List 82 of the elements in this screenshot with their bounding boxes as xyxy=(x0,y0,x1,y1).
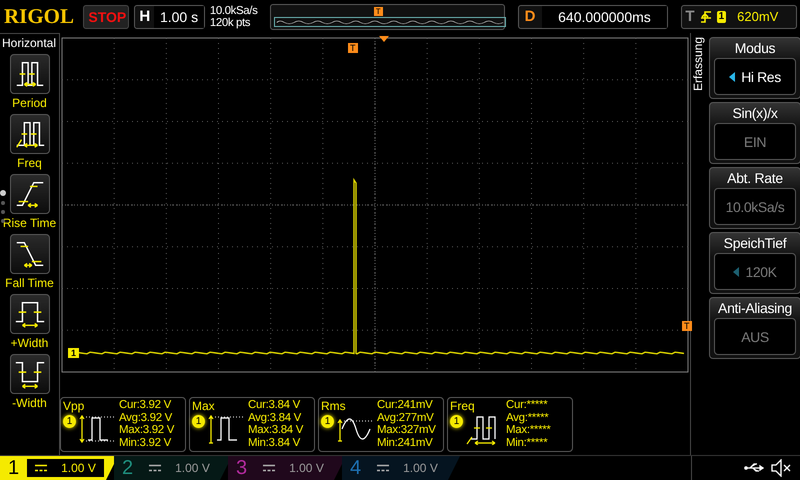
left-arrow-icon xyxy=(733,266,740,276)
timebase-display[interactable]: H 1.00 s xyxy=(134,4,205,28)
measure-button[interactable] xyxy=(10,294,50,334)
measure-label: Period xyxy=(12,96,47,110)
measurement-value: Min:241mV xyxy=(377,436,434,449)
dc-coupling-icon xyxy=(377,464,390,472)
trigger-level-marker: T xyxy=(682,321,692,331)
dc-coupling-icon xyxy=(149,464,162,472)
dc-coupling-icon xyxy=(35,464,48,472)
measurement-value: Max:327mV xyxy=(377,424,436,436)
delay-label: D xyxy=(524,8,537,25)
measure-label: Freq xyxy=(17,156,42,170)
trigger-delay-marker xyxy=(379,36,389,42)
measurement-value: Max:3.84 V xyxy=(248,424,304,436)
measure-button[interactable] xyxy=(10,234,50,274)
measurement-value: Avg:3.92 V xyxy=(119,412,174,424)
menu-item[interactable]: Anti-Aliasing AUS xyxy=(709,297,800,359)
measurement-value: Max:3.92 V xyxy=(119,424,174,436)
menu-value: Hi Res xyxy=(741,68,781,84)
menu-item-label: Sin(x)/x xyxy=(732,105,778,121)
menu-value: 10.0kSa/s xyxy=(726,198,784,214)
channel-marker: 1 xyxy=(68,348,80,358)
channel-badge: 1 xyxy=(321,415,334,428)
measurement-value: Avg:3.84 V xyxy=(248,412,302,424)
trigger-label: T xyxy=(685,8,695,25)
measurement-value: Cur:***** xyxy=(506,399,548,412)
menu-item[interactable]: SpeichTief 120K xyxy=(709,232,800,294)
trigger-position-marker: T xyxy=(348,43,358,53)
measurement-value: Min:***** xyxy=(506,436,548,449)
channel-tab[interactable]: 4 1.00 V xyxy=(342,456,460,480)
menu-value: EIN xyxy=(744,134,766,150)
menu-value: 120K xyxy=(745,264,777,280)
measurement-value: Min:3.84 V xyxy=(248,436,302,449)
measurement-value: Cur:3.84 V xyxy=(248,399,302,412)
measurement-value: Max:***** xyxy=(506,424,551,436)
menu-item[interactable]: Sin(x)/x EIN xyxy=(709,102,800,164)
delay-value: 640.000000ms xyxy=(542,6,668,28)
sample-rate: 10.0kSa/s xyxy=(210,4,258,16)
measure-label: Fall Time xyxy=(5,276,54,290)
menu-item[interactable]: Modus Hi Res xyxy=(709,37,800,99)
trigger-position-marker: T xyxy=(374,6,383,16)
measurement-value: Avg:***** xyxy=(506,412,550,424)
measure-button[interactable] xyxy=(10,54,50,94)
trigger-display[interactable]: T 1 620mV xyxy=(681,4,797,28)
channel-badge: 1 xyxy=(450,415,463,428)
usb-icon xyxy=(744,462,766,474)
measurement-value: Min:3.92 V xyxy=(119,436,172,449)
measure-label: +Width xyxy=(10,336,48,350)
measurement-value: Cur:241mV xyxy=(377,399,434,412)
brand-logo: RIGOL xyxy=(4,4,76,29)
rising-edge-icon xyxy=(700,10,712,24)
trigger-level: 620mV xyxy=(737,9,778,24)
measure-button[interactable] xyxy=(10,174,50,214)
menu-item-label: Anti-Aliasing xyxy=(718,300,792,316)
menu-item[interactable]: Abt. Rate 10.0kSa/s xyxy=(709,167,800,229)
menu-item-label: SpeichTief xyxy=(724,235,786,251)
measurement-name: Vpp xyxy=(63,399,86,413)
measurement-name: Rms xyxy=(321,399,347,413)
run-stop-button[interactable]: STOP xyxy=(83,4,130,28)
timebase-value: 1.00 s xyxy=(154,6,204,28)
left-arrow-icon xyxy=(729,72,736,82)
measurement-value: Cur:3.92 V xyxy=(119,399,172,412)
measurement-name: Freq xyxy=(450,399,476,413)
timebase-label: H xyxy=(138,8,152,25)
menu-title: Erfassung xyxy=(691,37,705,94)
delay-display[interactable]: D 640.000000ms xyxy=(518,4,668,28)
measurement-value: Avg:277mV xyxy=(377,412,435,424)
measure-button[interactable] xyxy=(10,114,50,154)
trigger-channel-badge: 1 xyxy=(716,10,726,22)
menu-title: Horizontal xyxy=(1,36,56,50)
memory-depth: 120k pts xyxy=(210,16,252,28)
measurement-name: Max xyxy=(192,399,216,413)
channel-badge: 1 xyxy=(192,415,205,428)
menu-item-label: Modus xyxy=(734,40,776,56)
menu-value: AUS xyxy=(741,328,769,344)
menu-item-label: Abt. Rate xyxy=(727,170,783,186)
channel-badge: 1 xyxy=(63,415,76,428)
measure-label: Rise Time xyxy=(2,216,56,230)
measure-label: -Width xyxy=(12,396,47,410)
measure-button[interactable] xyxy=(10,354,50,394)
dc-coupling-icon xyxy=(263,464,276,472)
speaker-muted-icon xyxy=(770,459,792,477)
